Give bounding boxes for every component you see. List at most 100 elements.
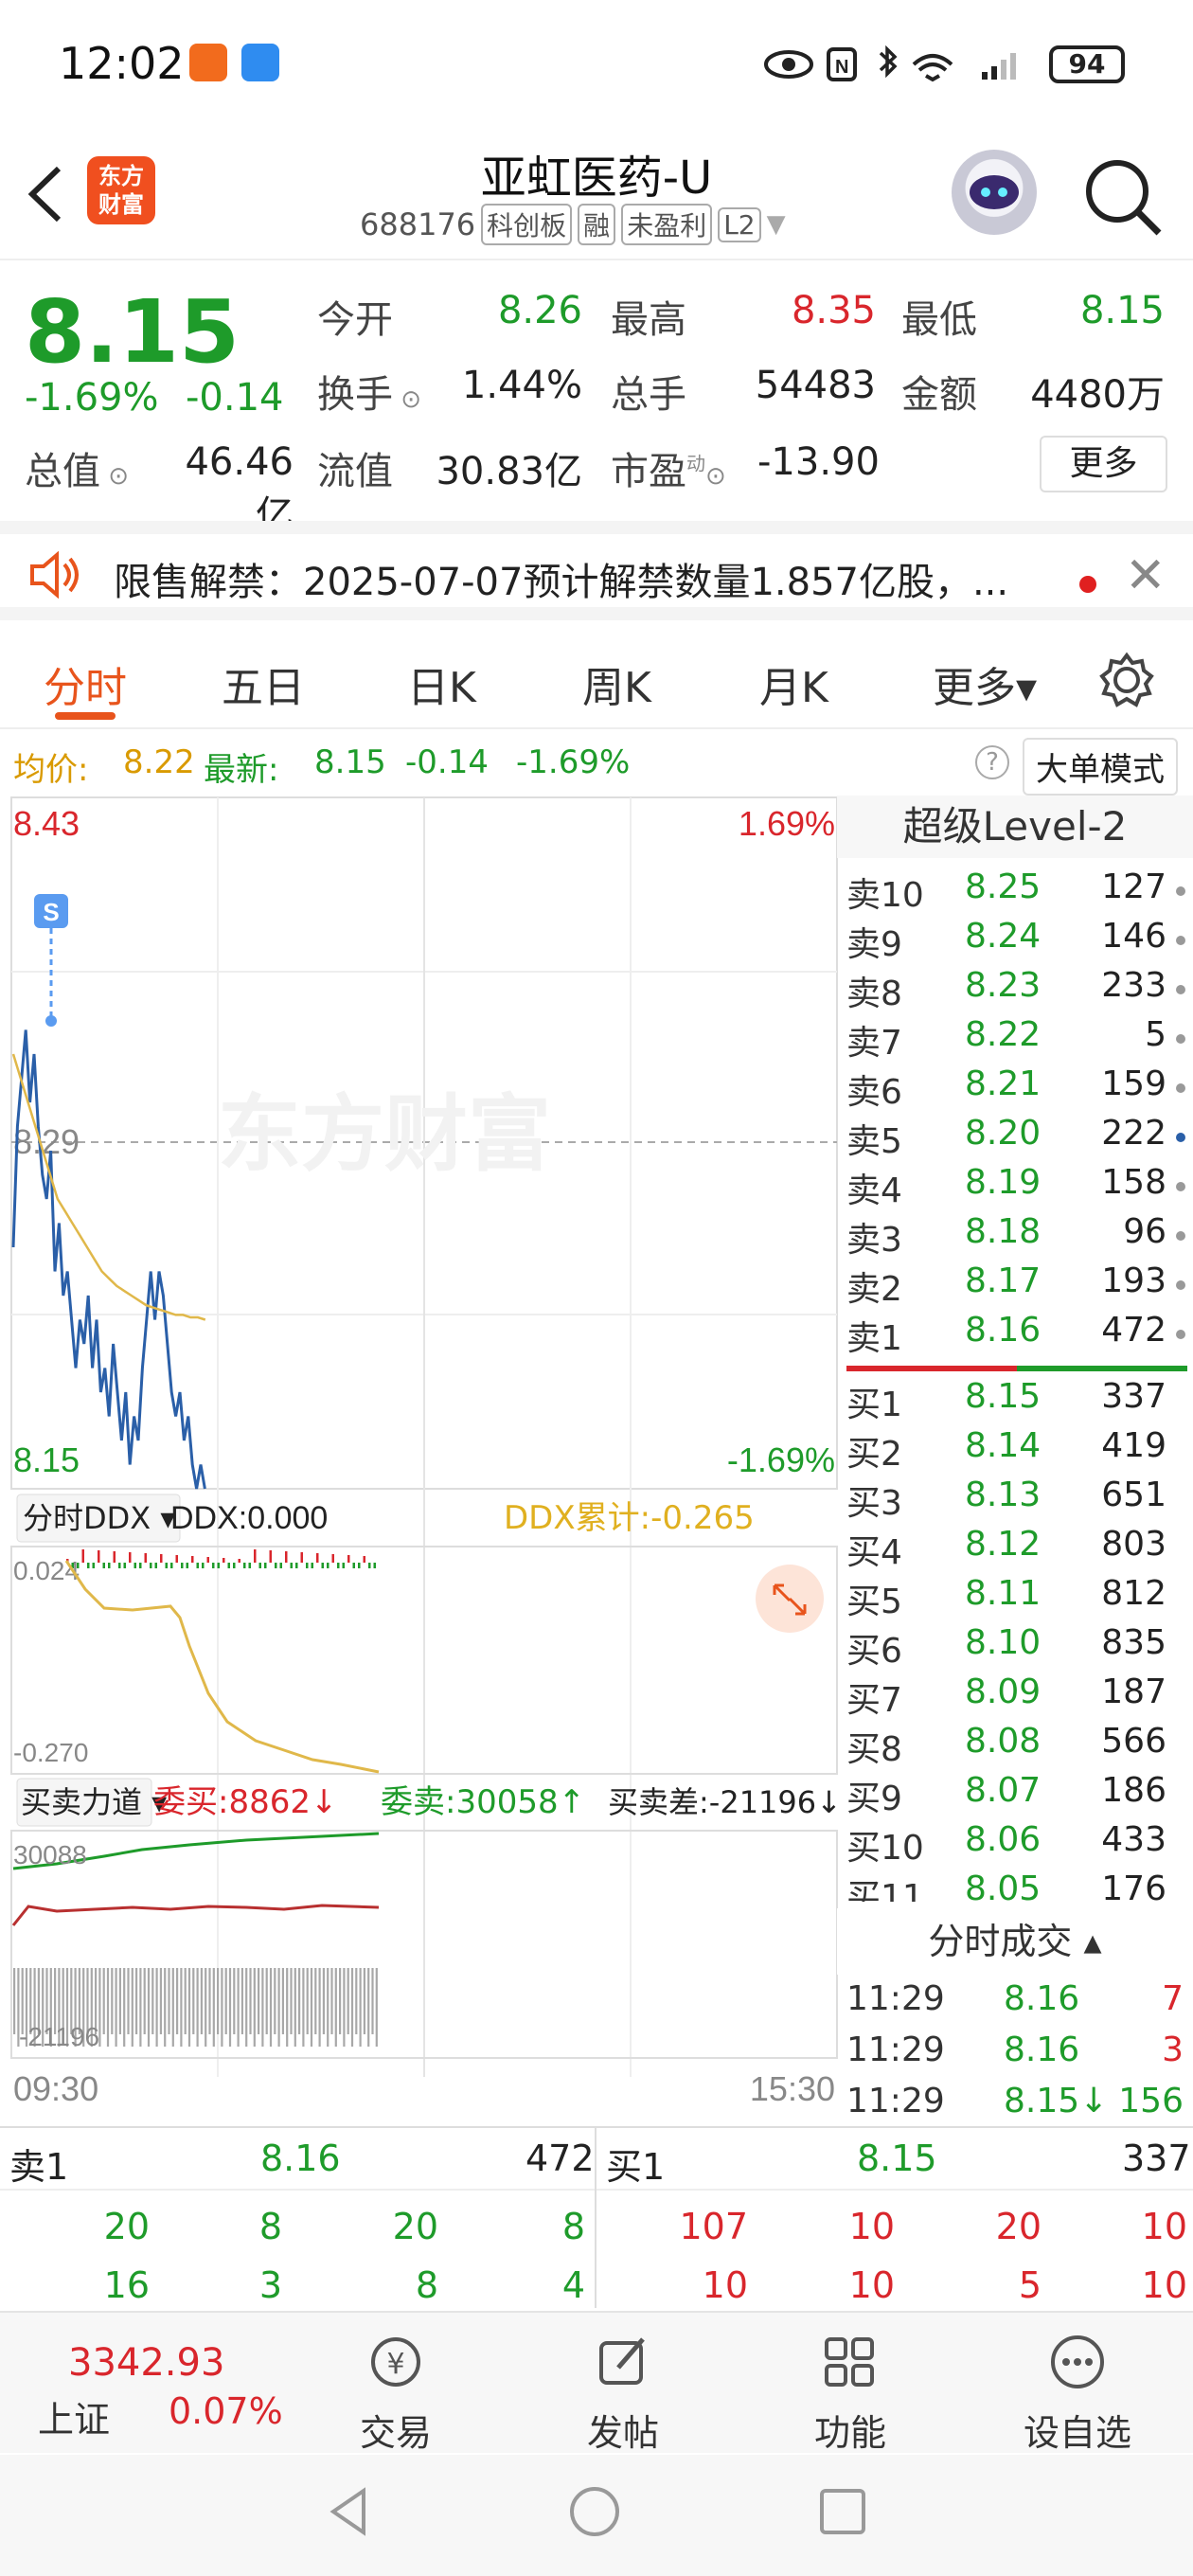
ddx-bar xyxy=(227,1563,230,1568)
bid-row-9[interactable]: 买9 8.07 186 xyxy=(837,1771,1193,1820)
back-button[interactable] xyxy=(23,161,70,227)
grid-icon xyxy=(825,2337,874,2387)
level-label: 买7 xyxy=(846,1681,902,1720)
buy-depth-cell: 10 xyxy=(1141,2206,1187,2247)
level-label: 买3 xyxy=(846,1484,902,1523)
bid-row-1[interactable]: 买1 8.15 337 xyxy=(837,1377,1193,1426)
ask-row-10[interactable]: 卖1 8.16 472 xyxy=(837,1311,1193,1360)
ddx-bar xyxy=(306,1563,309,1568)
tab-intraday[interactable]: 分时 xyxy=(44,653,127,714)
bid-row-3[interactable]: 买3 8.13 651 xyxy=(837,1476,1193,1525)
level-label: 卖10 xyxy=(846,876,924,915)
volume-value: 54483 xyxy=(755,364,876,407)
force-bar xyxy=(253,1968,256,2047)
force-bar xyxy=(164,1968,167,2047)
ask-row-1[interactable]: 卖10 8.25 127 xyxy=(837,868,1193,917)
level-label: 卖6 xyxy=(846,1073,902,1112)
nav-post[interactable]: 发帖 xyxy=(547,2332,699,2456)
level-dot-icon xyxy=(1176,936,1185,945)
stock-code: 688176 xyxy=(360,206,476,242)
stock-code-row[interactable]: 688176 科创板 融 未盈利 L2 ▼ xyxy=(360,204,786,245)
bid-row-11[interactable]: 买11 8.05 176 xyxy=(837,1869,1193,1902)
close-icon[interactable]: ✕ xyxy=(1125,547,1166,604)
system-back-icon[interactable] xyxy=(322,2483,379,2540)
level-label: 买8 xyxy=(846,1730,902,1769)
ddx-bar xyxy=(233,1563,236,1568)
level-price: 8.22 xyxy=(965,1015,1042,1054)
tab-five-day[interactable]: 五日 xyxy=(222,653,305,714)
level-volume: 233 xyxy=(1101,966,1166,1005)
ask-row-8[interactable]: 卖3 8.18 96 xyxy=(837,1212,1193,1261)
ask-row-7[interactable]: 卖4 8.19 158 xyxy=(837,1163,1193,1212)
ask-row-5[interactable]: 卖6 8.21 159 xyxy=(837,1064,1193,1114)
mktcap-label: 总值 ⊙ xyxy=(25,450,130,493)
assistant-robot-icon[interactable] xyxy=(952,150,1037,235)
buy-strength-bar xyxy=(846,1366,1017,1371)
level-label: 买9 xyxy=(846,1780,902,1818)
intraday-chart[interactable]: 东方财富 8.43 8.29 8.15 1.69% -1.69% S 分时DDX… xyxy=(0,794,839,2124)
bid-row-7[interactable]: 买7 8.09 187 xyxy=(837,1673,1193,1722)
level-volume: 127 xyxy=(1101,868,1166,906)
bid-row-10[interactable]: 买10 8.06 433 xyxy=(837,1820,1193,1869)
unlock-notice-bar[interactable]: 限售解禁：2025-07-07预计解禁数量1.857亿股，... ✕ xyxy=(0,521,1193,620)
ask-row-9[interactable]: 卖2 8.17 193 xyxy=(837,1261,1193,1311)
ddx-bar xyxy=(170,1563,173,1568)
tab-weekly-k[interactable]: 周K xyxy=(582,653,651,714)
system-home-icon[interactable] xyxy=(566,2483,623,2540)
float-label: 流值 xyxy=(317,450,393,493)
help-icon[interactable]: ? xyxy=(975,745,1009,779)
nav-trade[interactable]: ¥ 交易 xyxy=(320,2332,472,2456)
bid-row-2[interactable]: 买2 8.14 419 xyxy=(837,1426,1193,1476)
tab-monthly-k[interactable]: 月K xyxy=(759,653,828,714)
level-label: 买1 xyxy=(846,1386,902,1424)
force-bar xyxy=(359,1968,362,2047)
trade-time: 11:29 xyxy=(846,2082,945,2120)
ddx-bar xyxy=(295,1563,298,1568)
status-time: 12:02 xyxy=(59,38,185,89)
level-price: 8.15 xyxy=(965,1377,1042,1416)
nav-functions[interactable]: 功能 xyxy=(775,2332,926,2456)
force-bar xyxy=(302,1968,305,2047)
bid-row-4[interactable]: 买4 8.12 803 xyxy=(837,1525,1193,1574)
level-price: 8.10 xyxy=(965,1623,1042,1662)
ddx-bars xyxy=(66,1549,376,1568)
trades-header[interactable]: 分时成交 ▴ xyxy=(837,1908,1193,1975)
ask-row-4[interactable]: 卖7 8.22 5 xyxy=(837,1015,1193,1064)
ddx-bar xyxy=(285,1551,288,1563)
force-bar xyxy=(318,1968,321,2047)
more-button[interactable]: 更多 xyxy=(1040,436,1167,492)
system-recents-icon[interactable] xyxy=(814,2483,871,2540)
index-ticker[interactable]: 3342.93 上证 0.07% xyxy=(0,2313,284,2455)
force-bar xyxy=(131,1968,134,2047)
ddx-bar xyxy=(327,1563,329,1568)
gear-icon[interactable] xyxy=(1098,652,1155,708)
latest-label: 最新: xyxy=(204,751,279,789)
force-bar xyxy=(249,1968,252,2034)
nav-add-watchlist[interactable]: 设自选 xyxy=(1002,2332,1153,2456)
force-bar xyxy=(208,1968,211,2034)
bid-row-5[interactable]: 买5 8.11 812 xyxy=(837,1574,1193,1623)
ddx-bar xyxy=(191,1556,194,1563)
trade-row: 11:29 8.15↓ 156 xyxy=(837,2082,1193,2131)
ddx-bar xyxy=(321,1563,324,1568)
force-bar xyxy=(176,1968,179,2034)
large-order-mode-button[interactable]: 大单模式 xyxy=(1023,738,1178,796)
bid-row-8[interactable]: 买8 8.08 566 xyxy=(837,1722,1193,1771)
ddx-axis-top: 0.024 xyxy=(13,1556,80,1585)
ask-row-2[interactable]: 卖9 8.24 146 xyxy=(837,917,1193,966)
ddx-bar xyxy=(165,1563,168,1568)
eastmoney-logo[interactable]: 东方 财富 xyxy=(87,156,155,224)
bid-row-6[interactable]: 买6 8.10 835 xyxy=(837,1623,1193,1673)
tag-margin: 融 xyxy=(578,204,616,245)
ddx-bar xyxy=(368,1563,371,1568)
pct-axis-top: 1.69% xyxy=(739,804,835,843)
force-bar xyxy=(274,1968,276,2034)
ddx-bar xyxy=(98,1550,100,1563)
turnover-value: 1.44% xyxy=(461,364,582,407)
force-bar xyxy=(127,1968,130,2034)
tab-more[interactable]: 更多▾ xyxy=(933,653,1037,714)
ask-row-3[interactable]: 卖8 8.23 233 xyxy=(837,966,1193,1015)
ask-row-6[interactable]: 卖5 8.20 222 xyxy=(837,1114,1193,1163)
tab-daily-k[interactable]: 日K xyxy=(407,653,476,714)
search-icon[interactable] xyxy=(1079,153,1165,239)
